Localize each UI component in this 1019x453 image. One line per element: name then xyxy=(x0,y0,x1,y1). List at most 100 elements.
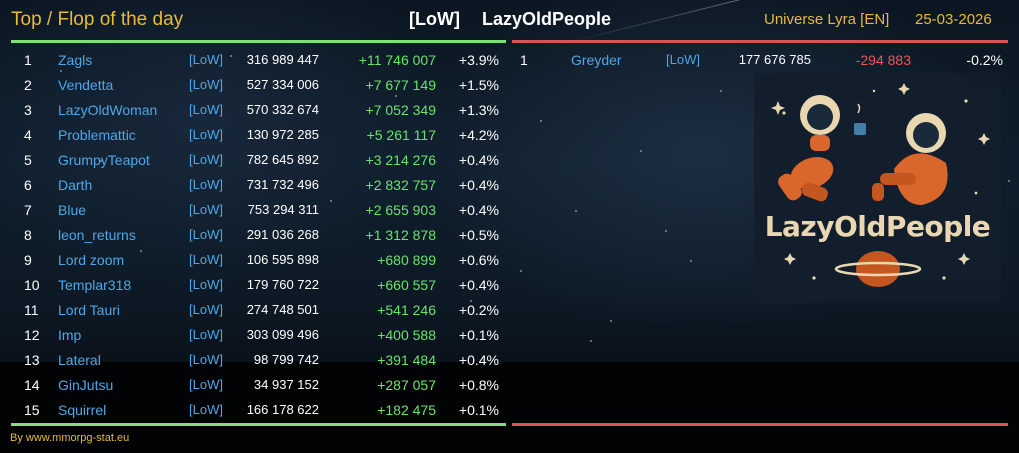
percent-cell: +0.1% xyxy=(458,327,499,343)
points-diff-cell: +2 655 903 xyxy=(365,202,436,218)
alliance-tag-link[interactable]: [LoW] xyxy=(666,50,700,70)
percent-cell: +0.4% xyxy=(458,352,499,368)
points-cell: 731 732 496 xyxy=(246,177,319,192)
table-row: 12 Imp [LoW] 303 099 496 +400 588 +0.1% xyxy=(0,325,506,350)
alliance-tag-link[interactable]: [LoW] xyxy=(189,100,223,120)
player-name-link[interactable]: leon_returns xyxy=(58,225,136,245)
points-cell: 179 760 722 xyxy=(246,277,319,292)
points-cell: 570 332 674 xyxy=(246,102,319,117)
player-name-link[interactable]: Lord Tauri xyxy=(58,300,120,320)
table-row: 10 Templar318 [LoW] 179 760 722 +660 557 +0.4… xyxy=(0,275,506,300)
points-diff-cell: +7 052 349 xyxy=(365,102,436,118)
rank-cell: 14 xyxy=(24,377,40,393)
rank-cell: 3 xyxy=(24,102,32,118)
alliance-tag-link[interactable]: [LoW] xyxy=(189,175,223,195)
points-diff-cell: +2 832 757 xyxy=(365,177,436,193)
alliance-tag-link[interactable]: [LoW] xyxy=(189,300,223,320)
points-cell: 106 595 898 xyxy=(246,252,319,267)
alliance-tag-link[interactable]: [LoW] xyxy=(189,325,223,345)
points-cell: 303 099 496 xyxy=(246,327,319,342)
alliance-tag: [LoW] xyxy=(409,9,460,29)
rank-cell: 1 xyxy=(24,52,32,68)
points-cell: 34 937 152 xyxy=(253,377,319,392)
percent-cell: +0.4% xyxy=(458,152,499,168)
alliance-name: LazyOldPeople xyxy=(482,9,612,29)
top-list-bottom-divider xyxy=(11,423,506,426)
points-diff-cell: +287 057 xyxy=(377,377,436,393)
table-row: 14 GinJutsu [LoW] 34 937 152 +287 057 +0.8% xyxy=(0,375,506,400)
points-diff-cell: +680 899 xyxy=(377,252,436,268)
rank-cell: 7 xyxy=(24,202,32,218)
percent-cell: +0.4% xyxy=(458,277,499,293)
points-cell: 291 036 268 xyxy=(246,227,319,242)
points-cell: 274 748 501 xyxy=(246,302,319,317)
table-row: 15 Squirrel [LoW] 166 178 622 +182 475 +0.1% xyxy=(0,400,506,425)
points-diff-cell: +182 475 xyxy=(377,402,436,418)
percent-cell: +4.2% xyxy=(458,127,499,143)
top-list-divider xyxy=(11,40,506,43)
astronauts-relaxing-logo-icon xyxy=(771,83,990,287)
player-name-link[interactable]: Templar318 xyxy=(58,275,131,295)
player-name-link[interactable]: Zagls xyxy=(58,50,92,70)
points-cell: 166 178 622 xyxy=(246,402,319,417)
points-diff-cell: +660 557 xyxy=(377,277,436,293)
rank-cell: 6 xyxy=(24,177,32,193)
player-name-link[interactable]: Blue xyxy=(58,200,86,220)
percent-cell: +0.1% xyxy=(458,402,499,418)
player-name-link[interactable]: Imp xyxy=(58,325,81,345)
footer-credit[interactable]: By www.mmorpg-stat.eu xyxy=(10,432,129,444)
table-row: 1 Greyder [LoW] 177 676 785 -294 883 -0.2% xyxy=(512,50,1008,75)
rank-cell: 12 xyxy=(24,327,40,343)
alliance-tag-link[interactable]: [LoW] xyxy=(189,200,223,220)
table-row: 2 Vendetta [LoW] 527 334 006 +7 677 149 +1.5% xyxy=(0,75,506,100)
percent-cell: +0.6% xyxy=(458,252,499,268)
rank-cell: 2 xyxy=(24,77,32,93)
rank-cell: 8 xyxy=(24,227,32,243)
player-name-link[interactable]: Problemattic xyxy=(58,125,136,145)
player-name-link[interactable]: Squirrel xyxy=(58,400,106,420)
points-diff-cell: +11 746 007 xyxy=(358,52,436,68)
player-name-link[interactable]: Greyder xyxy=(571,50,622,70)
player-name-link[interactable]: GinJutsu xyxy=(58,375,113,395)
rank-cell: 11 xyxy=(24,302,39,318)
alliance-tag-link[interactable]: [LoW] xyxy=(189,150,223,170)
points-cell: 316 989 447 xyxy=(246,52,319,67)
points-diff-cell: +3 214 276 xyxy=(365,152,436,168)
player-name-link[interactable]: Darth xyxy=(58,175,92,195)
points-diff-cell: +5 261 117 xyxy=(366,127,436,143)
rank-cell: 10 xyxy=(24,277,40,293)
alliance-tag-link[interactable]: [LoW] xyxy=(189,225,223,245)
page-title: Top / Flop of the day xyxy=(11,9,184,30)
flop-list-bottom-divider xyxy=(512,423,1008,426)
alliance-tag-link[interactable]: [LoW] xyxy=(189,275,223,295)
points-cell: 130 972 285 xyxy=(246,127,319,142)
rank-cell: 1 xyxy=(520,52,528,68)
percent-cell: -0.2% xyxy=(966,52,1003,68)
percent-cell: +0.4% xyxy=(458,202,499,218)
percent-cell: +0.5% xyxy=(458,227,499,243)
alliance-tag-link[interactable]: [LoW] xyxy=(189,400,223,420)
alliance-tag-link[interactable]: [LoW] xyxy=(189,350,223,370)
logo-text: LazyOldPeople xyxy=(764,210,991,243)
player-name-link[interactable]: Vendetta xyxy=(58,75,113,95)
table-row: 3 LazyOldWoman [LoW] 570 332 674 +7 052 349 +… xyxy=(0,100,506,125)
player-name-link[interactable]: Lord zoom xyxy=(58,250,124,270)
table-row: 1 Zagls [LoW] 316 989 447 +11 746 007 +3.9% xyxy=(0,50,506,75)
table-row: 11 Lord Tauri [LoW] 274 748 501 +541 246 +0.2… xyxy=(0,300,506,325)
alliance-tag-link[interactable]: [LoW] xyxy=(189,375,223,395)
alliance-tag-link[interactable]: [LoW] xyxy=(189,125,223,145)
rank-cell: 9 xyxy=(24,252,32,268)
points-cell: 753 294 311 xyxy=(247,202,319,217)
player-name-link[interactable]: LazyOldWoman xyxy=(58,100,157,120)
points-cell: 782 645 892 xyxy=(246,152,319,167)
player-name-link[interactable]: GrumpyTeapot xyxy=(58,150,150,170)
alliance-tag-link[interactable]: [LoW] xyxy=(189,75,223,95)
table-row: 8 leon_returns [LoW] 291 036 268 +1 312 878 +… xyxy=(0,225,506,250)
date-label: 25-03-2026 xyxy=(915,11,992,28)
points-cell: 177 676 785 xyxy=(738,52,811,67)
points-diff-cell: +7 677 149 xyxy=(365,77,436,93)
player-name-link[interactable]: Lateral xyxy=(58,350,101,370)
rank-cell: 4 xyxy=(24,127,32,143)
alliance-tag-link[interactable]: [LoW] xyxy=(189,50,223,70)
alliance-tag-link[interactable]: [LoW] xyxy=(189,250,223,270)
